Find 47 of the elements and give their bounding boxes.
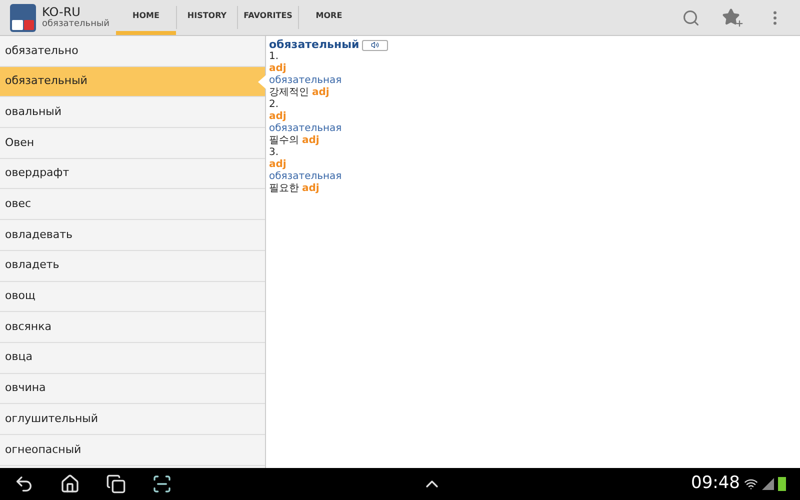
word-list-item[interactable]: овердрафт: [0, 158, 265, 190]
feminine-form: обязательная: [269, 123, 342, 135]
wifi-icon: [744, 477, 758, 491]
word-list-item[interactable]: овсянка: [0, 312, 265, 343]
app-title: KO-RU: [42, 6, 82, 18]
translation: 필수의: [269, 135, 299, 147]
battery-icon: [778, 477, 786, 491]
tab[interactable]: FAVORITES: [238, 0, 298, 35]
add-favorite-icon[interactable]: [722, 8, 744, 28]
recent-apps-icon[interactable]: [106, 474, 126, 494]
part-of-speech: adj: [312, 87, 330, 99]
app-logo-icon: [10, 4, 36, 32]
part-of-speech: adj: [302, 183, 320, 195]
home-icon[interactable]: [60, 474, 80, 494]
headword: обязательный: [269, 39, 360, 51]
sense-number: 1.: [269, 51, 279, 63]
part-of-speech: adj: [302, 135, 320, 147]
sense-number: 3.: [269, 147, 279, 159]
search-icon[interactable]: [682, 8, 700, 26]
word-list-item[interactable]: овладевать: [0, 220, 265, 251]
tab[interactable]: MORE: [299, 0, 359, 35]
part-of-speech: adj: [269, 63, 286, 75]
screenshot-icon[interactable]: [152, 474, 172, 494]
translation: 필요한: [269, 183, 299, 195]
word-list-item[interactable]: овца: [0, 342, 265, 374]
part-of-speech: adj: [269, 111, 286, 123]
word-list-item[interactable]: овальный: [0, 97, 265, 128]
sense-number: 2.: [269, 99, 279, 111]
speaker-icon: [371, 41, 380, 49]
feminine-form: обязательная: [269, 171, 342, 183]
word-list-item[interactable]: овладеть: [0, 250, 265, 282]
signal-icon: [762, 478, 774, 490]
word-list-item[interactable]: овес: [0, 189, 265, 220]
word-list-item[interactable]: огнеопасный: [0, 434, 265, 466]
tab[interactable]: HISTORY: [177, 0, 237, 35]
word-list-item[interactable]: Овен: [0, 128, 265, 159]
back-icon[interactable]: [14, 474, 34, 494]
part-of-speech: adj: [269, 159, 286, 171]
play-audio-button[interactable]: [362, 40, 388, 50]
word-list-item[interactable]: обязательный: [0, 66, 265, 98]
word-list-item[interactable]: оглушительный: [0, 404, 265, 435]
clock: 09:48: [691, 472, 740, 496]
translation: 강제적인: [269, 87, 309, 99]
feminine-form: обязательная: [269, 75, 342, 87]
word-list-item[interactable]: овчина: [0, 374, 265, 404]
word-list-item[interactable]: овощ: [0, 282, 265, 312]
current-word: обязательный: [42, 20, 110, 29]
